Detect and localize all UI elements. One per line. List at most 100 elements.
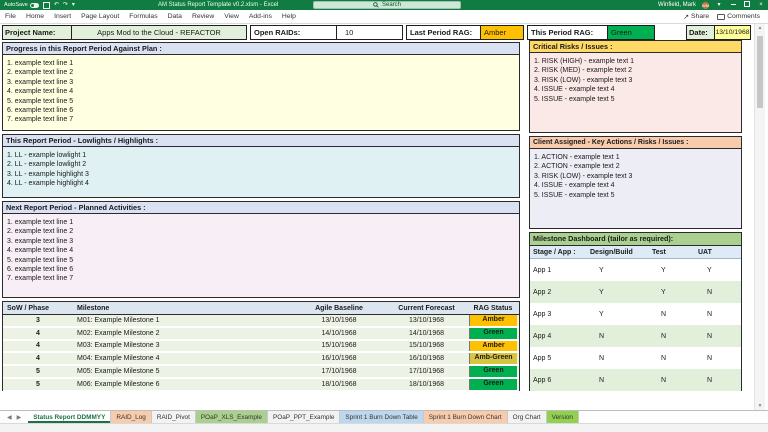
table-row[interactable]: 5 M05: Example Milestone 5 17/10/1968 17…	[3, 366, 519, 379]
rag-status-badge[interactable]: Amb-Green	[469, 353, 517, 364]
sheet-tab-raid-log[interactable]: RAID_Log	[111, 411, 152, 423]
text-line[interactable]: 5. ISSUE - example text 5	[534, 191, 741, 200]
table-row[interactable]: 3 M01: Example Milestone 1 13/10/1968 13…	[3, 315, 519, 328]
text-line[interactable]: 1. example text line 1	[7, 59, 519, 68]
cell-forecast[interactable]: 14/10/1968	[384, 330, 469, 337]
ribbon-tab-home[interactable]: Home	[21, 13, 49, 20]
cell-baseline[interactable]: 15/10/1968	[294, 342, 384, 349]
this-period-rag-value[interactable]: Green	[607, 26, 654, 39]
text-line[interactable]: 2. LL - example lowlight 2	[7, 160, 519, 169]
text-line[interactable]: 3. example text line 3	[7, 237, 519, 246]
text-line[interactable]: 3. LL - example highlight 3	[7, 170, 519, 179]
cell-milestone[interactable]: M04: Example Milestone 4	[73, 355, 294, 362]
text-line[interactable]: 1. LL - example lowlight 1	[7, 151, 519, 160]
cell-baseline[interactable]: 16/10/1968	[294, 355, 384, 362]
text-line[interactable]: 1. ACTION - example text 1	[534, 153, 741, 162]
customize-qat-icon[interactable]: ▾	[72, 0, 75, 10]
text-line[interactable]: 5. example text line 5	[7, 256, 519, 265]
dashboard-row[interactable]: App 3 Y N N	[530, 303, 741, 325]
cell-test[interactable]: N	[652, 355, 698, 362]
cell-uat[interactable]: Y	[698, 267, 738, 274]
cell-app[interactable]: App 2	[530, 289, 590, 296]
text-line[interactable]: 2. example text line 2	[7, 68, 519, 77]
scroll-up-icon[interactable]: ▲	[755, 24, 765, 32]
cell-test[interactable]: Y	[652, 267, 698, 274]
text-line[interactable]: 2. RISK (MED) - example text 2	[534, 66, 741, 75]
cell-uat[interactable]: N	[698, 333, 738, 340]
table-row[interactable]: 4 M02: Example Milestone 2 14/10/1968 14…	[3, 328, 519, 341]
text-line[interactable]: 4. example text line 4	[7, 87, 519, 96]
sheet-tab-poap-xls[interactable]: POaP_XLS_Example	[196, 411, 268, 423]
cell-uat[interactable]: N	[698, 289, 738, 296]
restore-button[interactable]	[743, 0, 751, 10]
table-row[interactable]: 5 M06: Example Milestone 6 18/10/1968 18…	[3, 379, 519, 392]
cell-design[interactable]: N	[590, 333, 652, 340]
ribbon-tab-data[interactable]: Data	[163, 13, 187, 20]
ribbon-tab-formulas[interactable]: Formulas	[124, 13, 162, 20]
cell-test[interactable]: Y	[652, 289, 698, 296]
sheet-tab-raid-pivot[interactable]: RAID_Pivot	[152, 411, 196, 423]
ribbon-tab-review[interactable]: Review	[187, 13, 219, 20]
rag-status-badge[interactable]: Green	[469, 328, 517, 339]
panel-lowlights-body[interactable]: 1. LL - example lowlight 1 2. LL - examp…	[3, 147, 519, 197]
scrollbar-thumb[interactable]	[757, 36, 763, 108]
text-line[interactable]: 1. example text line 1	[7, 218, 519, 227]
cell-milestone[interactable]: M06: Example Milestone 6	[73, 381, 294, 388]
date-value[interactable]: 13/10/1968	[714, 26, 750, 39]
text-line[interactable]: 4. ISSUE - example text 4	[534, 85, 741, 94]
autosave-toggle[interactable]: AutoSave	[4, 2, 39, 8]
cell-design[interactable]: Y	[590, 311, 652, 318]
cell-phase[interactable]: 4	[3, 342, 73, 349]
cell-forecast[interactable]: 13/10/1968	[384, 317, 469, 324]
cell-design[interactable]: N	[590, 377, 652, 384]
panel-progress-body[interactable]: 1. example text line 1 2. example text l…	[3, 55, 519, 130]
avatar[interactable]: WM	[702, 2, 709, 9]
cell-milestone[interactable]: M03: Example Milestone 3	[73, 342, 294, 349]
sheet-nav-right-icon[interactable]: ▶	[17, 414, 22, 421]
dashboard-row[interactable]: App 5 N N N	[530, 347, 741, 369]
project-name-value[interactable]: Apps Mod to the Cloud - REFACTOR	[71, 26, 246, 39]
save-icon[interactable]	[43, 2, 50, 9]
text-line[interactable]: 3. RISK (LOW) - example text 3	[534, 76, 741, 85]
scroll-down-icon[interactable]: ▼	[755, 402, 765, 410]
vertical-scrollbar[interactable]: ▲ ▼	[754, 24, 765, 410]
undo-icon[interactable]: ↶	[54, 0, 59, 10]
cell-test[interactable]: N	[652, 311, 698, 318]
dashboard-row[interactable]: App 6 N N N	[530, 369, 741, 391]
text-line[interactable]: 5. ISSUE - example text 5	[534, 95, 741, 104]
cell-test[interactable]: N	[652, 377, 698, 384]
dashboard-row[interactable]: App 4 N N N	[530, 325, 741, 347]
cell-baseline[interactable]: 17/10/1968	[294, 368, 384, 375]
cell-app[interactable]: App 1	[530, 267, 590, 274]
sheet-nav-left-icon[interactable]: ◀	[7, 414, 12, 421]
search-box[interactable]: Search	[313, 1, 461, 9]
text-line[interactable]: 3. example text line 3	[7, 78, 519, 87]
panel-client-body[interactable]: 1. ACTION - example text 1 2. ACTION - e…	[530, 149, 741, 228]
cell-milestone[interactable]: M01: Example Milestone 1	[73, 317, 294, 324]
cell-phase[interactable]: 4	[3, 355, 73, 362]
cell-baseline[interactable]: 18/10/1968	[294, 381, 384, 388]
text-line[interactable]: 6. example text line 6	[7, 265, 519, 274]
cell-phase[interactable]: 4	[3, 330, 73, 337]
text-line[interactable]: 2. ACTION - example text 2	[534, 162, 741, 171]
panel-planned-body[interactable]: 1. example text line 1 2. example text l…	[3, 214, 519, 297]
sheet-tab-poap-ppt[interactable]: POaP_PPT_Example	[268, 411, 340, 423]
text-line[interactable]: 4. example text line 4	[7, 246, 519, 255]
rag-status-badge[interactable]: Amber	[469, 341, 517, 352]
dashboard-row[interactable]: App 2 Y Y N	[530, 281, 741, 303]
text-line[interactable]: 4. ISSUE - example text 4	[534, 181, 741, 190]
rag-status-badge[interactable]: Amber	[469, 315, 517, 326]
panel-critical-body[interactable]: 1. RISK (HIGH) - example text 1 2. RISK …	[530, 53, 741, 132]
comments-button[interactable]: Comments	[717, 13, 760, 20]
ribbon-tab-addins[interactable]: Add-ins	[244, 13, 277, 20]
last-period-rag-value[interactable]: Amber	[480, 26, 523, 39]
cell-phase[interactable]: 5	[3, 368, 73, 375]
ribbon-tab-view[interactable]: View	[219, 13, 244, 20]
minimize-button[interactable]	[729, 0, 737, 10]
ribbon-tab-help[interactable]: Help	[277, 13, 301, 20]
cell-forecast[interactable]: 17/10/1968	[384, 368, 469, 375]
text-line[interactable]: 6. example text line 6	[7, 106, 519, 115]
text-line[interactable]: 2. example text line 2	[7, 227, 519, 236]
cell-phase[interactable]: 3	[3, 317, 73, 324]
sheet-tab-burndown-table[interactable]: Sprint 1 Burn Down Table	[340, 411, 423, 423]
